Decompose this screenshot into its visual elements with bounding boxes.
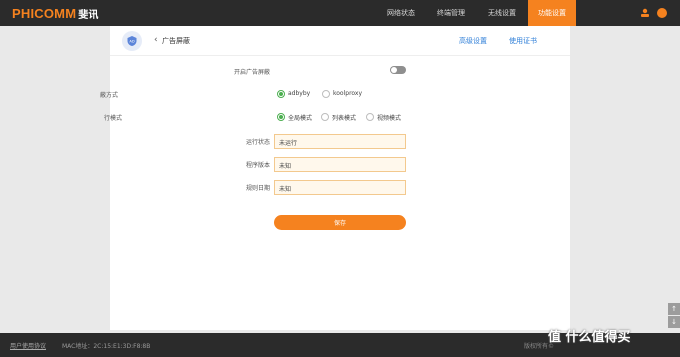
nav-device-management[interactable]: 终端管理: [426, 0, 476, 26]
license-link[interactable]: 使用证书: [509, 36, 537, 46]
rule-date-field: 未知: [274, 180, 406, 195]
adblock-app-icon: AD: [122, 31, 142, 51]
main-panel: AD ‹ 广告屏蔽 高级设置 使用证书 开启广告屏蔽 蔽方式 adbyby ko…: [100, 26, 570, 330]
user-agreement-link[interactable]: 用户使用协议: [10, 341, 46, 350]
power-icon[interactable]: [657, 8, 667, 18]
brand-logo: PHICOMM 斐讯: [12, 6, 99, 21]
panel-header: AD ‹ 广告屏蔽 高级设置 使用证书: [110, 26, 570, 56]
page-title: 广告屏蔽: [162, 37, 190, 45]
rule-date-label: 规则日期: [246, 185, 271, 192]
watermark: 值 什么值得买: [548, 330, 631, 345]
run-mode-label: 行模式: [104, 115, 123, 122]
svg-text:AD: AD: [129, 40, 134, 44]
radio-video-mode[interactable]: [366, 113, 374, 121]
radio-koolproxy-label: koolproxy: [333, 90, 363, 97]
back-chevron-icon[interactable]: ‹: [154, 35, 158, 45]
scroll-down-button[interactable]: ↓: [668, 316, 680, 328]
nav-wireless-settings[interactable]: 无线设置: [476, 0, 528, 26]
radio-koolproxy[interactable]: [322, 90, 330, 98]
radio-list-mode[interactable]: [321, 113, 329, 121]
radio-global-mode[interactable]: [277, 113, 285, 121]
top-bar: PHICOMM 斐讯 网络状态 终端管理 无线设置 功能设置: [0, 0, 680, 26]
nav-network-status[interactable]: 网络状态: [376, 0, 426, 26]
scroll-up-button[interactable]: ↑: [668, 303, 680, 315]
block-method-label: 蔽方式: [100, 92, 119, 99]
radio-global-mode-label: 全局模式: [288, 115, 313, 122]
radio-list-mode-label: 列表模式: [332, 115, 357, 122]
program-version-field: 未知: [274, 157, 406, 172]
toggle-knob: [391, 67, 397, 73]
nav-function-settings[interactable]: 功能设置: [528, 0, 576, 26]
radio-adbyby[interactable]: [277, 90, 285, 98]
enable-adblock-toggle[interactable]: [390, 66, 406, 74]
save-button[interactable]: 保存: [274, 215, 406, 230]
enable-adblock-label: 开启广告屏蔽: [234, 69, 271, 76]
program-version-label: 程序版本: [246, 162, 271, 169]
radio-video-mode-label: 视频模式: [377, 115, 402, 122]
run-status-field: 未运行: [274, 134, 406, 149]
radio-adbyby-label: adbyby: [288, 90, 311, 97]
mac-address: MAC地址：2C:15:E1:3D:F8:8B: [62, 343, 151, 350]
run-status-label: 运行状态: [246, 139, 271, 146]
user-icon[interactable]: [640, 8, 650, 18]
brand-name-cn: 斐讯: [78, 10, 99, 21]
brand-name: PHICOMM: [12, 6, 77, 21]
advanced-settings-link[interactable]: 高级设置: [459, 36, 487, 46]
